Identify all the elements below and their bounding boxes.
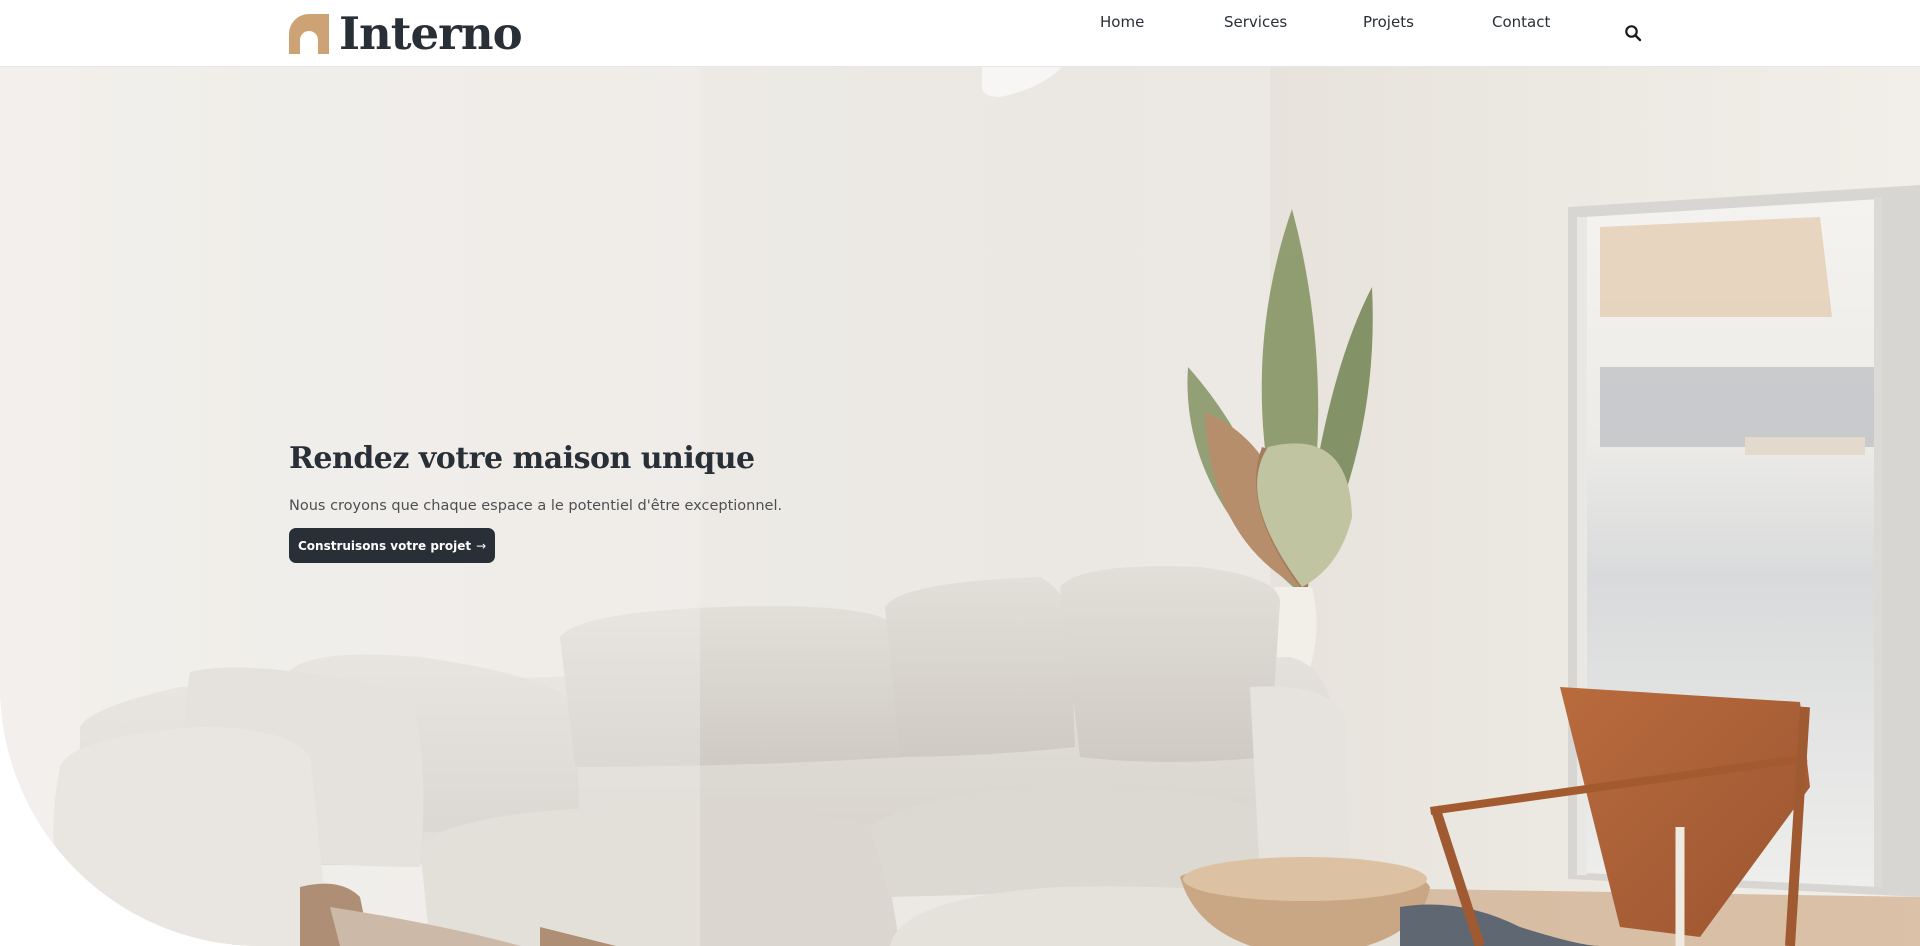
arrow-right-icon: → (476, 538, 487, 553)
nav-item-home[interactable]: Home (1100, 13, 1144, 31)
cta-label: Construisons votre projet (298, 538, 472, 553)
cta-button[interactable]: Construisons votre projet → (289, 528, 496, 563)
hero-subtitle: Nous croyons que chaque espace a le pote… (289, 498, 783, 514)
search-icon (1625, 25, 1642, 42)
site-header: Interno Home Services Projets Contact (0, 0, 1920, 67)
hero-section: Rendez votre maison unique Nous croyons … (0, 67, 1920, 946)
nav-item-projets[interactable]: Projets (1363, 13, 1414, 31)
logo-text: Interno (339, 7, 523, 60)
nav-item-contact[interactable]: Contact (1492, 13, 1550, 31)
search-button[interactable] (1624, 24, 1642, 42)
logo-arch-icon (289, 14, 329, 54)
hero-title: Rendez votre maison unique (289, 441, 755, 476)
logo[interactable]: Interno (289, 7, 523, 60)
nav-item-services[interactable]: Services (1224, 13, 1287, 31)
hero-content: Rendez votre maison unique Nous croyons … (289, 441, 1089, 563)
